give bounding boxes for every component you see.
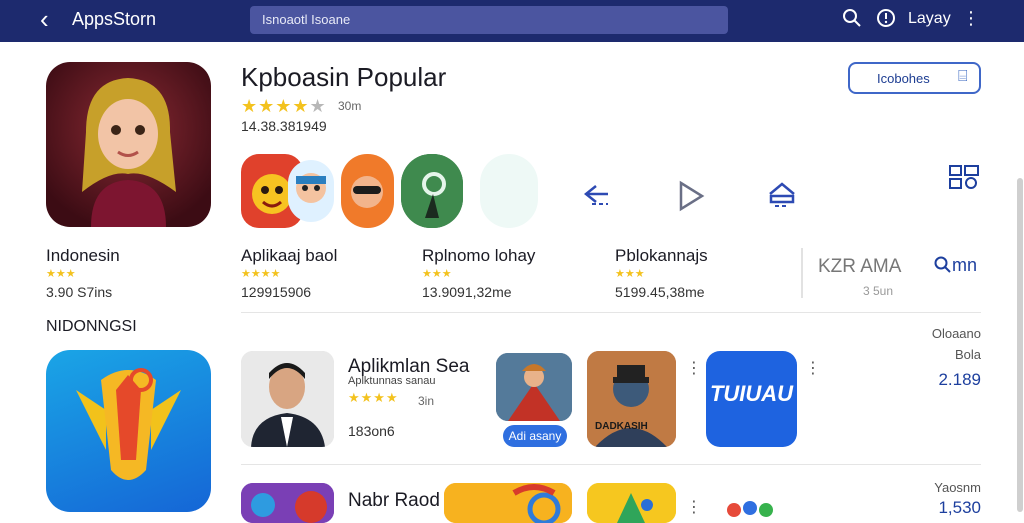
share-icon[interactable] [582, 180, 612, 217]
install-button[interactable]: Icobohes ⌸ [848, 62, 981, 94]
category-count: 5199.45,38me [615, 284, 705, 300]
hero-app-title: Kpboasin Popular [241, 62, 447, 92]
divider [241, 464, 981, 465]
category-stars: ★★★ [422, 268, 452, 280]
hero-rating-text: 30m [338, 99, 362, 113]
right-sublabel: Bola [954, 347, 981, 362]
category-name[interactable]: Rplnomo lohay [422, 246, 535, 266]
play-icon[interactable] [676, 180, 706, 219]
install-pill-button[interactable]: Adi asany [503, 425, 567, 447]
category-count: 3.90 S7ins [46, 284, 113, 300]
grid-view-icon[interactable] [948, 164, 982, 197]
cart-icon[interactable] [766, 180, 798, 217]
poster-app-icon[interactable]: DADKASIH [587, 351, 676, 447]
hero-rating-stars: ★★★★★ [241, 96, 327, 116]
section-title: NIDONNGSI [46, 318, 137, 335]
install-button-label: Icobohes [877, 71, 930, 86]
tuiuau-app-icon[interactable]: TUIUAU [706, 351, 797, 447]
category-stars: ★★★ [615, 268, 645, 280]
hero-downloads: 14.38.381949 [241, 118, 327, 134]
mini-app-icon-3[interactable] [341, 154, 394, 228]
hero-app-icon[interactable] [46, 62, 211, 227]
category-name[interactable]: Indonesin [46, 246, 120, 266]
right-label: Yaosnm [934, 480, 981, 495]
search-more-button[interactable]: mn [934, 255, 977, 276]
category-stars: ★★★★ [241, 268, 281, 280]
extra-category-sub: 3 5un [863, 284, 894, 298]
next-app-icon[interactable] [444, 483, 572, 523]
next-app-icon[interactable] [722, 498, 782, 518]
bookmark-icon: ⌸ [958, 68, 968, 85]
featured-rating-stars: ★★★★ [348, 390, 399, 405]
account-label[interactable]: Layay [908, 10, 951, 28]
more-options-icon[interactable]: ⋮ [686, 361, 702, 377]
section-app-icon[interactable] [46, 350, 211, 512]
more-options-icon[interactable]: ⋮ [686, 500, 702, 516]
mini-app-icon-2[interactable] [288, 160, 334, 222]
featured-app-icon[interactable] [241, 351, 334, 447]
search-more-label: mn [952, 255, 978, 275]
featured-rating-text: 3in [418, 394, 435, 408]
category-name[interactable]: Aplikaaj baol [241, 246, 337, 266]
featured-app-subtitle: Aplktunnas sanau [348, 375, 436, 387]
mini-app-icon-4[interactable] [401, 154, 463, 228]
right-label: Oloaano [931, 326, 981, 341]
tile-label: TUIUAU [709, 381, 794, 406]
top-bar: ‹ AppsStorn Isnoaotl Isoane Layay ⋮ [0, 0, 1024, 42]
category-name[interactable]: Pblokannajs [615, 246, 708, 266]
adventure-app-icon[interactable] [496, 353, 572, 421]
search-input[interactable]: Isnoaotl Isoane [250, 6, 728, 34]
more-options-icon[interactable]: ⋮ [805, 361, 821, 377]
alert-icon[interactable] [876, 8, 896, 32]
divider [801, 248, 803, 298]
divider [241, 312, 981, 313]
search-icon[interactable] [842, 8, 862, 32]
back-arrow-icon[interactable]: ‹ [40, 6, 62, 32]
next-app-title[interactable]: Nabr Raod [348, 490, 440, 512]
category-count: 13.9091,32me [422, 284, 512, 300]
scrollbar[interactable] [1017, 178, 1023, 512]
poster-text: DADKASIH [595, 421, 648, 432]
extra-category-name[interactable]: KZR AMA [818, 256, 901, 278]
right-value: 1,530 [938, 498, 981, 517]
more-vert-icon[interactable]: ⋮ [962, 8, 980, 28]
app-title: AppsStorn [72, 9, 157, 29]
category-stars: ★★★ [46, 268, 76, 280]
category-count: 129915906 [241, 284, 312, 300]
featured-count: 183on6 [348, 423, 395, 439]
next-app-icon[interactable] [587, 483, 676, 523]
right-value: 2.189 [938, 370, 981, 389]
search-placeholder: Isnoaotl Isoane [262, 12, 351, 27]
mini-app-icon-5[interactable] [480, 154, 538, 228]
next-app-icon[interactable] [241, 483, 334, 523]
